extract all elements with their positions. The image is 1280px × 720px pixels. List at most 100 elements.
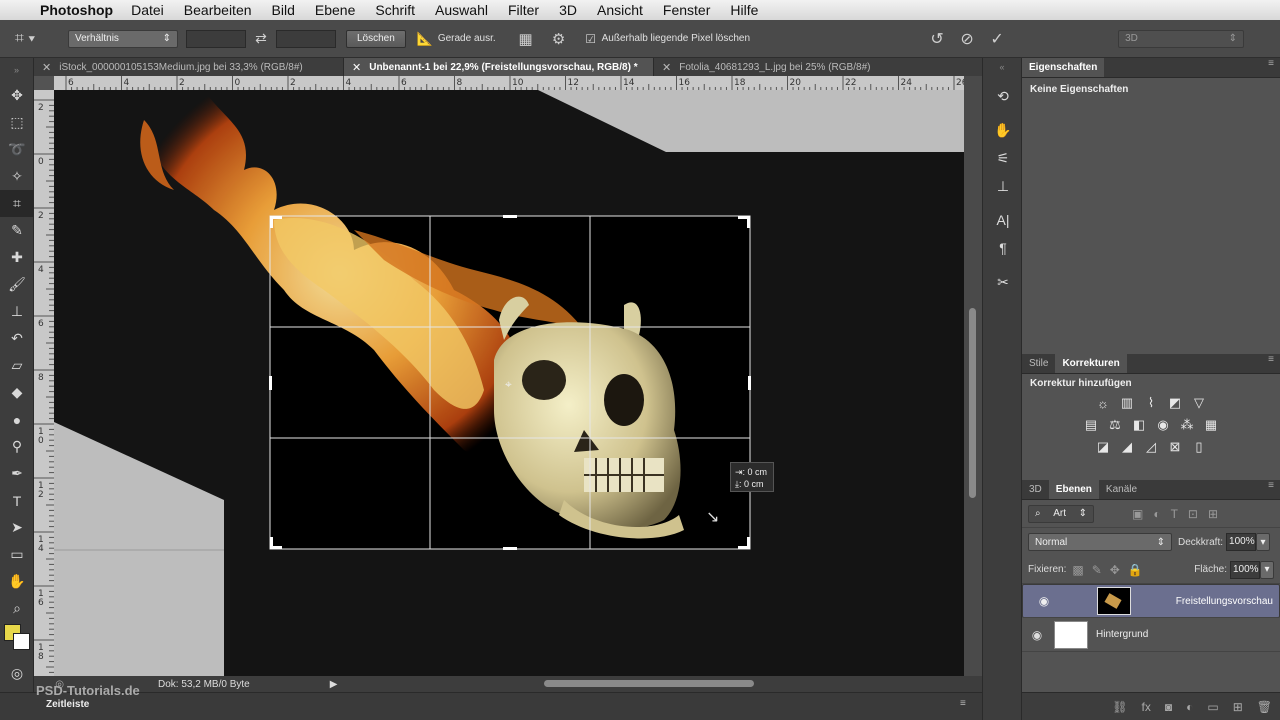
status-menu-arrow-icon[interactable]: ▶ bbox=[330, 679, 338, 690]
tab-fotolia[interactable]: ✕ Fotolia_40681293_L.jpg bei 25% (RGB/8#… bbox=[654, 58, 982, 76]
stamp-tool-icon[interactable]: ⊥ bbox=[0, 298, 34, 325]
history-panel-icon[interactable]: ⟲ bbox=[983, 82, 1023, 110]
menu-edit[interactable]: Bearbeiten bbox=[184, 2, 252, 18]
app-name-menu[interactable]: Photoshop bbox=[40, 2, 113, 18]
hue-saturation-icon[interactable]: ▤ bbox=[1083, 417, 1099, 433]
levels-icon[interactable]: ▥ bbox=[1119, 395, 1135, 411]
panel-menu-icon[interactable]: ≡ bbox=[1262, 354, 1280, 373]
background-color-swatch[interactable] bbox=[13, 633, 30, 650]
timeline-label[interactable]: Zeitleiste bbox=[46, 699, 89, 710]
menu-filter[interactable]: Filter bbox=[508, 2, 539, 18]
marquee-tool-icon[interactable]: ⬚ bbox=[0, 109, 34, 136]
black-white-icon[interactable]: ◧ bbox=[1131, 417, 1147, 433]
cancel-icon[interactable]: ⊘ bbox=[952, 29, 982, 49]
invert-icon[interactable]: ◪ bbox=[1095, 439, 1111, 455]
straighten-icon[interactable]: 📐 bbox=[412, 31, 438, 47]
trash-icon[interactable]: 🗑 bbox=[1257, 700, 1272, 714]
healing-brush-tool-icon[interactable]: ✚ bbox=[0, 244, 34, 271]
height-field[interactable] bbox=[276, 29, 336, 48]
workspace-select[interactable]: 3D ⇕ bbox=[1118, 29, 1245, 48]
character-panel-icon[interactable]: A| bbox=[983, 206, 1023, 234]
straighten-label[interactable]: Gerade ausr. bbox=[438, 33, 496, 44]
reset-icon[interactable]: ↺ bbox=[922, 29, 952, 49]
brightness-icon[interactable]: ☼ bbox=[1095, 395, 1111, 411]
new-layer-icon[interactable]: ⊞ bbox=[1233, 700, 1243, 714]
hand-tool-icon[interactable]: ✋ bbox=[0, 568, 34, 595]
brush-tool-icon[interactable]: 🖌 bbox=[0, 271, 34, 298]
color-lookup-icon[interactable]: ▦ bbox=[1203, 417, 1219, 433]
chevron-down-icon[interactable]: ▾ bbox=[1256, 533, 1271, 551]
panel-menu-icon[interactable]: ≡ bbox=[960, 698, 966, 709]
move-tool-icon[interactable]: ✥ bbox=[0, 82, 34, 109]
swap-icon[interactable]: ⇄ bbox=[246, 30, 276, 47]
menu-view[interactable]: Ansicht bbox=[597, 2, 643, 18]
crop-tool-preset-icon[interactable]: ⌗ ▾ bbox=[0, 30, 50, 48]
magic-wand-tool-icon[interactable]: ✧ bbox=[0, 163, 34, 190]
menu-help[interactable]: Hilfe bbox=[730, 2, 758, 18]
menu-select[interactable]: Auswahl bbox=[435, 2, 488, 18]
menu-layer[interactable]: Ebene bbox=[315, 2, 355, 18]
horizontal-scroll-thumb[interactable] bbox=[544, 680, 754, 687]
collapse-arrows-icon[interactable]: » bbox=[0, 58, 33, 82]
adjustment-layer-icon[interactable]: ◐ bbox=[1186, 700, 1193, 714]
tab-layers[interactable]: Ebenen bbox=[1048, 480, 1099, 499]
close-icon[interactable]: ✕ bbox=[42, 61, 51, 74]
dodge-tool-icon[interactable]: ⚲ bbox=[0, 433, 34, 460]
lock-icons[interactable]: ▩✎✥🔒 bbox=[1072, 563, 1150, 577]
rectangle-tool-icon[interactable]: ▭ bbox=[0, 541, 34, 568]
clear-button[interactable]: Löschen bbox=[346, 29, 406, 48]
canvas-area[interactable]: ⌖ ↘ ⇥: 0 cm ⤓: 0 cm bbox=[54, 90, 964, 676]
menu-image[interactable]: Bild bbox=[272, 2, 295, 18]
threshold-icon[interactable]: ◿ bbox=[1143, 439, 1159, 455]
adjustments-panel-icon[interactable]: ⚟ bbox=[983, 144, 1023, 172]
menu-type[interactable]: Schrift bbox=[375, 2, 415, 18]
tab-corrections[interactable]: Korrekturen bbox=[1055, 354, 1127, 373]
layer-name[interactable]: Freistellungsvorschau bbox=[1176, 596, 1273, 607]
commit-check-icon[interactable]: ✓ bbox=[982, 29, 1012, 49]
layer-mask-icon[interactable]: ◙ bbox=[1165, 700, 1172, 714]
panel-menu-icon[interactable]: ≡ bbox=[1262, 480, 1280, 499]
history-brush-tool-icon[interactable]: ↶ bbox=[0, 325, 34, 352]
chevron-down-icon[interactable]: ▾ bbox=[1260, 560, 1274, 579]
eye-icon[interactable]: ◉ bbox=[1029, 594, 1059, 608]
tab-istock[interactable]: ✕ iStock_000000105153Medium.jpg bei 33,3… bbox=[34, 58, 344, 76]
posterize-icon[interactable]: ◢ bbox=[1119, 439, 1135, 455]
quick-mask-icon[interactable]: ◎ bbox=[0, 660, 34, 687]
exposure-icon[interactable]: ◩ bbox=[1167, 395, 1183, 411]
eraser-tool-icon[interactable]: ▱ bbox=[0, 352, 34, 379]
channel-mixer-icon[interactable]: ⁂ bbox=[1179, 417, 1195, 433]
menu-window[interactable]: Fenster bbox=[663, 2, 710, 18]
document-canvas[interactable]: ⌖ ↘ bbox=[54, 90, 964, 676]
link-layers-icon[interactable]: ⛓ bbox=[1112, 700, 1127, 714]
layer-name[interactable]: Hintergrund bbox=[1096, 629, 1148, 640]
photo-filter-icon[interactable]: ◉ bbox=[1155, 417, 1171, 433]
tool-presets-icon[interactable]: ✋ bbox=[983, 116, 1023, 144]
close-icon[interactable]: ✕ bbox=[662, 61, 671, 74]
tab-3d[interactable]: 3D bbox=[1022, 480, 1049, 499]
gradient-map-icon[interactable]: ▯ bbox=[1191, 439, 1207, 455]
panel-menu-icon[interactable]: ≡ bbox=[1262, 58, 1280, 77]
close-icon[interactable]: ✕ bbox=[352, 61, 361, 74]
tab-styles[interactable]: Stile bbox=[1022, 354, 1055, 373]
gear-icon[interactable]: ⚙ bbox=[546, 30, 572, 48]
grid-overlay-icon[interactable]: ▦ bbox=[506, 30, 546, 48]
menu-3d[interactable]: 3D bbox=[559, 2, 577, 18]
brush-panel-icon[interactable]: ⊥ bbox=[983, 172, 1023, 200]
layer-filter-select[interactable]: ⌕ Art ⇕ bbox=[1028, 504, 1094, 523]
new-group-icon[interactable]: ▭ bbox=[1207, 700, 1218, 714]
menu-file[interactable]: Datei bbox=[131, 2, 164, 18]
selective-color-icon[interactable]: ⊠ bbox=[1167, 439, 1183, 455]
vibrance-icon[interactable]: ▽ bbox=[1191, 395, 1207, 411]
zoom-tool-icon[interactable]: ⌕ bbox=[0, 595, 34, 622]
paragraph-panel-icon[interactable]: ¶ bbox=[983, 234, 1023, 262]
curves-icon[interactable]: ⌇ bbox=[1143, 395, 1159, 411]
layer-style-icon[interactable]: fx bbox=[1142, 700, 1151, 714]
layer-row[interactable]: ◉ Freistellungsvorschau bbox=[1022, 584, 1280, 618]
tab-properties[interactable]: Eigenschaften bbox=[1022, 58, 1105, 77]
crop-tool-icon[interactable]: ⌗ bbox=[0, 190, 34, 217]
delete-pixels-checkbox[interactable]: ☑ bbox=[582, 32, 600, 46]
path-selection-tool-icon[interactable]: ➤ bbox=[0, 514, 34, 541]
collapse-arrows-icon[interactable]: « bbox=[983, 58, 1021, 76]
eyedropper-tool-icon[interactable]: ✎ bbox=[0, 217, 34, 244]
blur-tool-icon[interactable]: ● bbox=[0, 406, 34, 433]
